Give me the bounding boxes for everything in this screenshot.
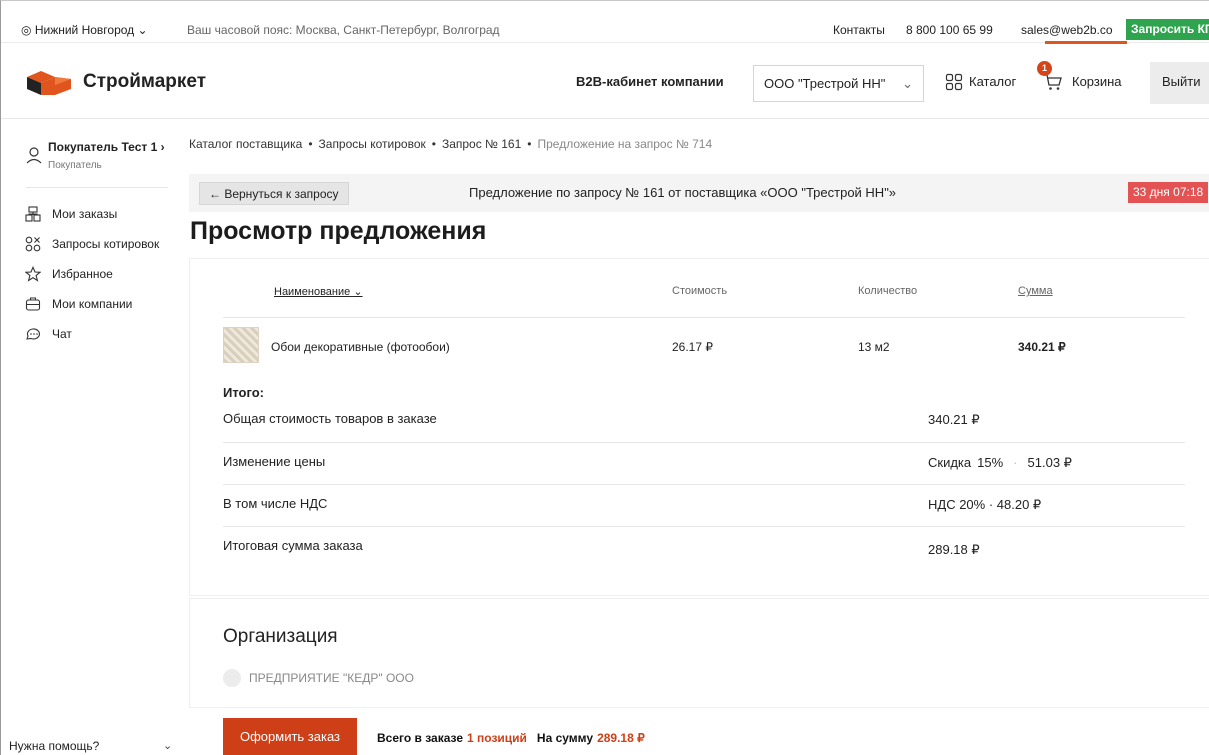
organization-panel <box>189 598 1209 708</box>
back-to-request-button[interactable]: ← Вернуться к запросу <box>199 182 349 205</box>
chevron-down-icon[interactable]: ⌄ <box>163 739 172 752</box>
request-kp-button[interactable]: Запросить КП <box>1126 19 1209 40</box>
positions-count: 1 позиций <box>467 731 527 745</box>
place-order-button[interactable]: Оформить заказ <box>223 718 357 755</box>
chevron-down-icon: ⌄ <box>353 286 363 298</box>
company-select[interactable]: ООО "Трестрой НН" ⌄ <box>753 65 924 102</box>
user-icon <box>26 147 42 164</box>
phone-link[interactable]: 8 800 100 65 99 <box>906 23 993 37</box>
discount-percent: 15% <box>977 455 1004 470</box>
product-price: 26.17 ₽ <box>672 340 713 354</box>
breadcrumb-item[interactable]: Каталог поставщика <box>189 137 302 151</box>
total-sum-value: 289.18 ₽ <box>597 731 645 745</box>
orders-icon <box>25 206 41 222</box>
column-header-qty: Количество <box>858 285 918 297</box>
logout-button[interactable]: Выйти <box>1150 62 1209 104</box>
goods-total-label: Общая стоимость товаров в заказе <box>223 411 437 426</box>
help-toggle[interactable]: Нужна помощь? <box>9 739 99 753</box>
totals-title: Итого: <box>223 385 264 400</box>
offer-title: Предложение по запросу № 161 от поставщи… <box>469 185 897 200</box>
city-label: Нижний Новгород <box>34 23 135 37</box>
top-info-bar: ◎ Нижний Новгород ⌄ Ваш часовой пояс: Мо… <box>1 1 1209 44</box>
price-change-value: Скидка 15% · 51.03 ₽ <box>928 455 1072 470</box>
user-role: Покупатель <box>48 160 102 171</box>
breadcrumb: Каталог поставщика • Запросы котировок • Зап… <box>189 137 713 151</box>
divider <box>26 187 168 188</box>
cart-count-badge: 1 <box>1037 61 1052 76</box>
total-items-label: Всего в заказе <box>377 731 464 745</box>
product-qty: 13 м2 <box>858 340 890 354</box>
offer-banner: ← Вернуться к запросу Предложение по зап… <box>189 174 1209 212</box>
app-window: ◎ Нижний Новгород ⌄ Ваш часовой пояс: Мо… <box>0 0 1209 755</box>
product-name[interactable]: Обои декоративные (фотообои) <box>271 340 450 354</box>
catalog-label: Каталог <box>969 74 1017 89</box>
divider <box>223 526 1185 527</box>
grid-icon <box>945 73 963 91</box>
organization-option-label[interactable]: ПРЕДПРИЯТИЕ "КЕДР" ООО <box>249 671 414 685</box>
product-sum: 340.21 ₽ <box>1018 340 1066 354</box>
final-total-label: Итоговая сумма заказа <box>223 538 363 553</box>
user-name: Покупатель Тест 1 › <box>48 140 165 154</box>
column-header-label: Наименование <box>274 286 351 298</box>
company-icon <box>25 297 41 311</box>
star-icon <box>25 266 41 282</box>
price-change-label: Изменение цены <box>223 454 326 469</box>
vat-value: НДС 20% · 48.20 ₽ <box>928 497 1042 512</box>
sidebar-item-label: Запросы котировок <box>52 237 160 251</box>
company-select-value: ООО "Трестрой НН" <box>764 76 886 91</box>
timezone-text: Ваш часовой пояс: Москва, Санкт-Петербур… <box>187 23 500 37</box>
brand-name[interactable]: Строймаркет <box>83 71 206 93</box>
main-header: Строймаркет B2B-кабинет компании ООО "Тр… <box>1 44 1209 119</box>
product-thumbnail[interactable] <box>223 327 259 363</box>
total-sum-label: На сумму <box>536 731 594 745</box>
sidebar-item-label: Избранное <box>52 267 113 281</box>
breadcrumb-current: Предложение на запрос № 714 <box>537 137 713 151</box>
column-header-name[interactable]: Наименование ⌄ <box>274 285 363 298</box>
b2b-cabinet-label: B2B-кабинет компании <box>576 74 724 89</box>
sidebar: Покупатель Тест 1 › Покупатель Мои заказ… <box>1 120 186 755</box>
breadcrumb-item[interactable]: Запрос № 161 <box>442 137 521 151</box>
final-total-value: 289.18 ₽ <box>928 542 980 557</box>
discount-kind: Скидка <box>928 455 972 470</box>
discount-amount: 51.03 ₽ <box>1027 455 1072 470</box>
column-header-sum[interactable]: Сумма <box>1018 285 1053 297</box>
column-header-price: Стоимость <box>672 285 728 297</box>
divider <box>223 484 1185 485</box>
contacts-link[interactable]: Контакты <box>833 23 885 37</box>
email-link[interactable]: sales@web2b.co <box>1021 23 1113 37</box>
cart-label: Корзина <box>1072 74 1122 89</box>
vat-label: В том числе НДС <box>223 496 328 511</box>
divider <box>223 442 1185 443</box>
chevron-down-icon: ⌄ <box>902 76 913 91</box>
divider <box>223 317 1185 318</box>
quotes-icon <box>25 236 41 252</box>
sidebar-item-label: Мои заказы <box>52 207 118 221</box>
breadcrumb-item[interactable]: Запросы котировок <box>319 137 426 151</box>
chevron-down-icon: ⌄ <box>137 23 148 37</box>
organization-radio[interactable] <box>223 669 241 687</box>
city-selector[interactable]: ◎ Нижний Новгород ⌄ <box>21 23 148 37</box>
location-icon: ◎ <box>21 23 32 37</box>
sidebar-item-label: Чат <box>52 327 72 341</box>
order-summary: Всего в заказе 1 позиций На сумму 289.18 ₽ <box>377 731 655 745</box>
organization-title: Организация <box>223 626 338 647</box>
page-title: Просмотр предложения <box>190 217 487 245</box>
goods-total-value: 340.21 ₽ <box>928 412 980 427</box>
chat-icon <box>26 328 41 340</box>
sidebar-item-label: Мои компании <box>52 297 133 311</box>
brand-logo-icon[interactable] <box>25 69 73 97</box>
deadline-timer-badge: 33 дня 07:18 <box>1128 182 1209 203</box>
